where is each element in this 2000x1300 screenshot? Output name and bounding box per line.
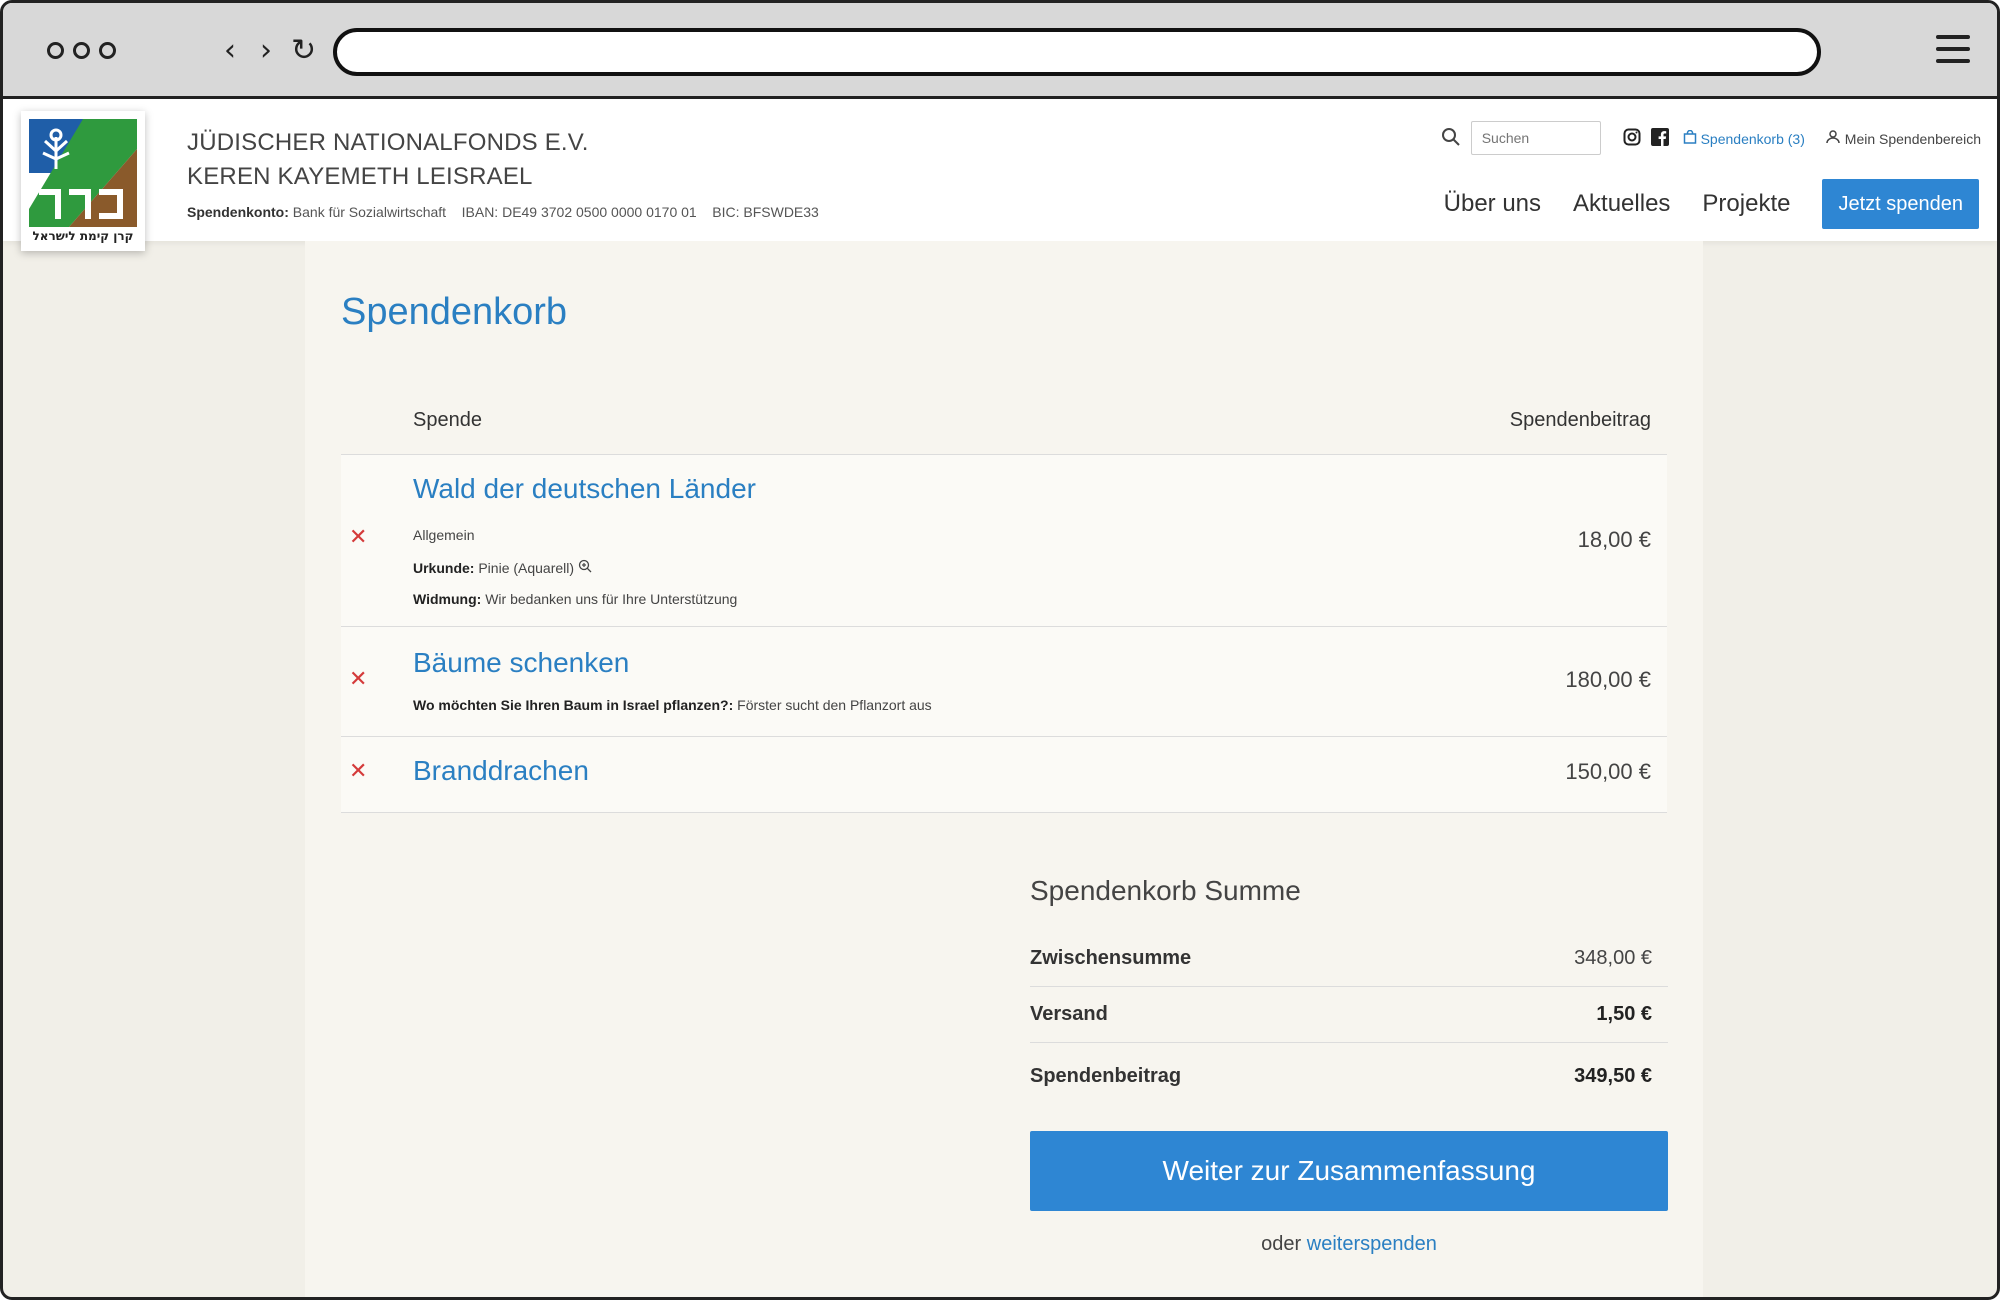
total-row: Spendenbeitrag 349,50 €: [1030, 1043, 1668, 1107]
continue-donating-link[interactable]: weiterspenden: [1307, 1233, 1437, 1255]
cart-link[interactable]: Spendenkorb (3): [1683, 129, 1805, 147]
nav-item-news[interactable]: Aktuelles: [1573, 190, 1670, 218]
column-header-amount: Spendenbeitrag: [1509, 409, 1651, 431]
menu-icon[interactable]: [1936, 35, 1970, 71]
account-label: Mein Spendenbereich: [1844, 130, 1981, 147]
browser-nav-buttons: ‹ › ↻: [219, 33, 316, 69]
back-icon[interactable]: ‹: [219, 33, 241, 69]
facebook-icon[interactable]: [1650, 127, 1669, 149]
site-logo[interactable]: קרן קימת לישראל: [21, 111, 145, 251]
total-label: Spendenbeitrag: [1030, 1065, 1182, 1087]
bank-info: Spendenkonto: Bank für Sozialwirtschaft …: [187, 204, 819, 220]
subtotal-label: Zwischensumme: [1030, 947, 1192, 969]
instagram-icon[interactable]: [1623, 128, 1641, 149]
shipping-label: Versand: [1030, 1003, 1108, 1025]
window-maximize-dot[interactable]: [99, 42, 116, 59]
zoom-in-icon[interactable]: [578, 559, 592, 576]
item-title-link[interactable]: Bäume schenken: [413, 647, 629, 679]
planting-question-value: Förster sucht den Pflanzort aus: [737, 697, 932, 713]
logo-graphic: [29, 119, 137, 227]
cart-label: Spendenkorb (3): [1700, 130, 1805, 147]
remove-item-icon[interactable]: ✕: [349, 667, 367, 692]
logo-caption: קרן קימת לישראל: [32, 229, 134, 243]
nav-item-about[interactable]: Über uns: [1444, 190, 1541, 218]
subtotal-value: 348,00 €: [1574, 947, 1652, 969]
item-dedication: Widmung: Wir bedanken uns für Ihre Unter…: [413, 591, 737, 607]
continue-to-summary-button[interactable]: Weiter zur Zusammenfassung: [1030, 1131, 1668, 1211]
window-close-dot[interactable]: [47, 42, 64, 59]
item-amount: 180,00 €: [1565, 667, 1651, 692]
user-icon: [1825, 129, 1845, 147]
forward-icon[interactable]: ›: [255, 33, 277, 69]
cart-summary: Spendenkorb Summe Zwischensumme 348,00 €…: [1030, 875, 1668, 1256]
subtotal-row: Zwischensumme 348,00 €: [1030, 931, 1668, 987]
planting-question-label: Wo möchten Sie Ihren Baum in Israel pfla…: [413, 697, 734, 713]
shipping-row: Versand 1,50 €: [1030, 987, 1668, 1043]
window-controls: [47, 42, 116, 59]
org-subname[interactable]: KEREN KAYEMETH LEISRAEL: [187, 163, 533, 191]
shipping-value: 1,50 €: [1596, 1003, 1652, 1025]
bag-icon: [1683, 129, 1701, 147]
item-amount: 18,00 €: [1577, 527, 1651, 552]
table-row: ✕ Bäume schenken 180,00 € Wo möchten Sie…: [341, 627, 1667, 737]
remove-item-icon[interactable]: ✕: [349, 525, 367, 550]
item-certificate: Urkunde: Pinie (Aquarell): [413, 559, 592, 576]
utility-bar: Spendenkorb (3) Mein Spendenbereich: [1441, 121, 1981, 155]
item-category: Allgemein: [413, 527, 475, 543]
summary-title: Spendenkorb Summe: [1030, 875, 1301, 906]
content-panel: Spendenkorb Spende Spendenbeitrag ✕ Wald…: [305, 241, 1703, 1297]
search-input[interactable]: [1470, 121, 1601, 155]
window-minimize-dot[interactable]: [73, 42, 90, 59]
table-row: ✕ Wald der deutschen Länder 18,00 € Allg…: [341, 455, 1667, 627]
table-header: Spende Spendenbeitrag: [341, 385, 1667, 455]
item-planting-location: Wo möchten Sie Ihren Baum in Israel pfla…: [413, 697, 932, 713]
total-value: 349,50 €: [1574, 1065, 1652, 1087]
bank-details: Bank für Sozialwirtschaft IBAN: DE49 370…: [292, 204, 819, 220]
cart-table: Spende Spendenbeitrag ✕ Wald der deutsch…: [341, 385, 1667, 813]
item-amount: 150,00 €: [1565, 759, 1651, 784]
donate-now-button[interactable]: Jetzt spenden: [1822, 179, 1979, 229]
item-title-link[interactable]: Branddrachen: [413, 755, 589, 787]
dedication-value: Wir bedanken uns für Ihre Unterstützung: [485, 591, 738, 607]
column-header-donation: Spende: [413, 409, 482, 431]
org-name[interactable]: JÜDISCHER NATIONALFONDS E.V.: [187, 129, 589, 157]
continue-donating-line: oder weiterspenden: [1030, 1233, 1668, 1256]
certificate-label: Urkunde:: [413, 560, 475, 576]
main-navigation: Über uns Aktuelles Projekte Jetzt spende…: [1444, 179, 1979, 229]
bank-label: Spendenkonto:: [187, 204, 289, 220]
item-title-link[interactable]: Wald der deutschen Länder: [413, 473, 756, 505]
browser-toolbar: ‹ › ↻: [3, 3, 1997, 99]
address-bar[interactable]: [333, 28, 1821, 76]
certificate-value: Pinie (Aquarell): [478, 560, 575, 576]
table-row: ✕ Branddrachen 150,00 €: [341, 737, 1667, 813]
site-header: קרן קימת לישראל JÜDISCHER NATIONALFONDS …: [3, 99, 1997, 251]
page-title: Spendenkorb: [341, 291, 568, 333]
nav-item-projects[interactable]: Projekte: [1702, 190, 1790, 218]
search-icon[interactable]: [1441, 127, 1461, 150]
remove-item-icon[interactable]: ✕: [349, 759, 367, 784]
account-link[interactable]: Mein Spendenbereich: [1825, 129, 1981, 147]
reload-icon[interactable]: ↻: [291, 33, 316, 69]
or-text: oder: [1261, 1233, 1302, 1255]
browser-window: ‹ › ↻ קרן קימת לישראל JÜDISCHER NATIONAL…: [0, 0, 2000, 1300]
dedication-label: Widmung:: [413, 591, 482, 607]
